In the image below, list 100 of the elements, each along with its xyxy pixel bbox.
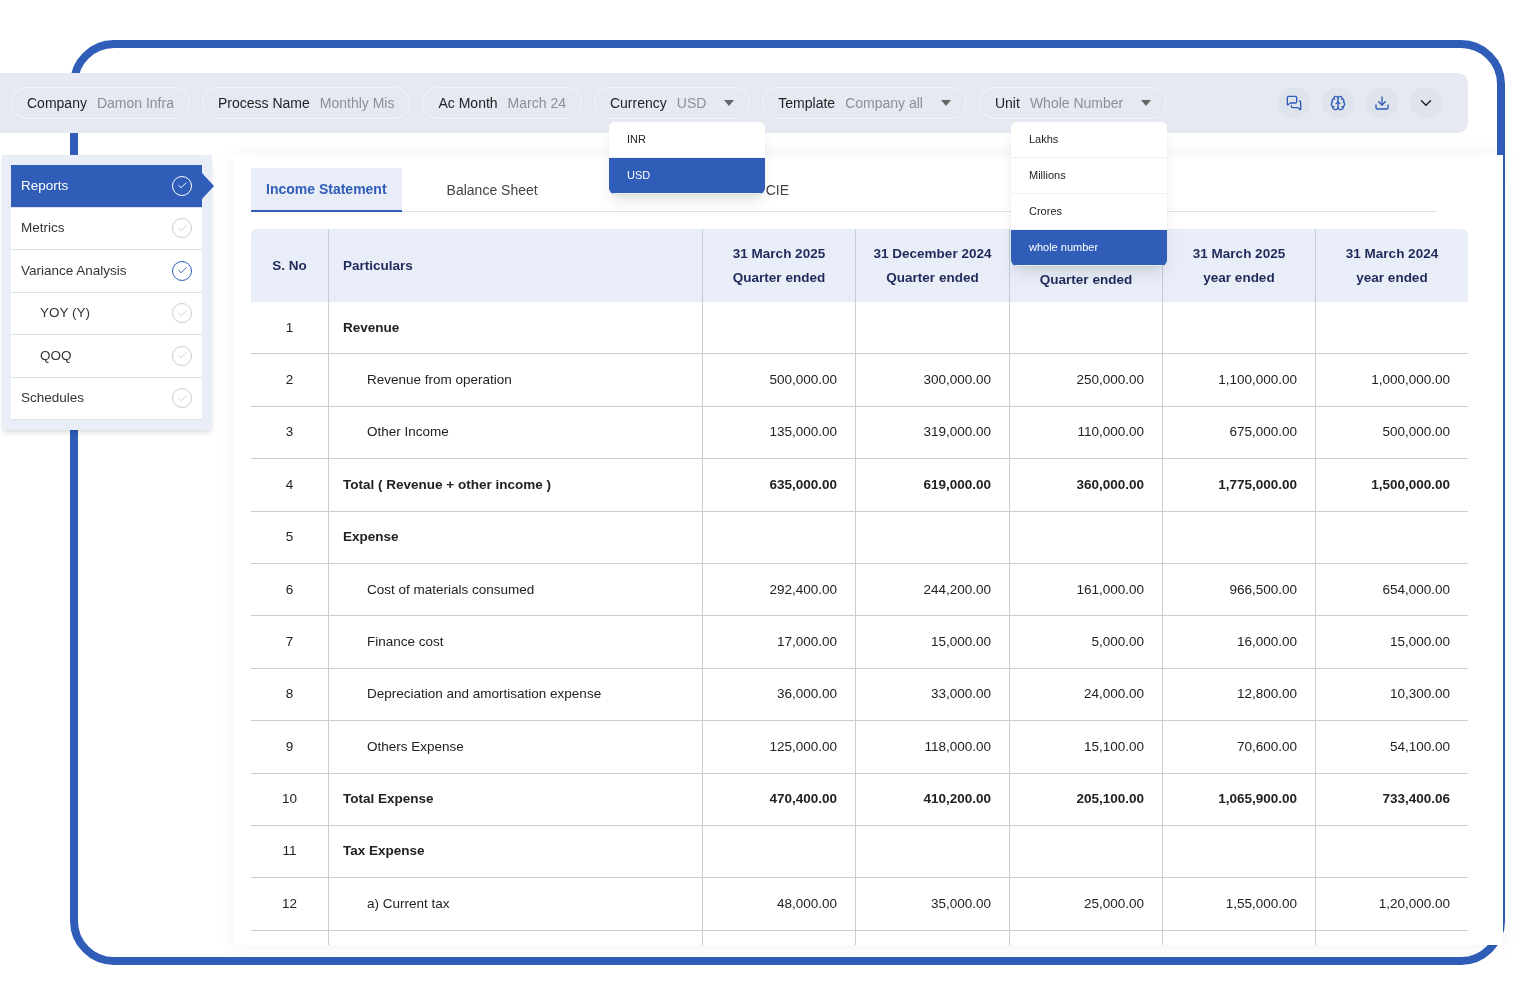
table-cell-text: 5 bbox=[285, 528, 294, 547]
table-cell-text: Expense bbox=[343, 528, 399, 547]
tab[interactable]: Income Statement bbox=[251, 168, 402, 212]
table-cell-text: Total Expense bbox=[343, 790, 434, 809]
table-cell-text: 1,20,000.00 bbox=[1378, 894, 1450, 913]
dropdown-option[interactable]: Lakhs bbox=[1011, 122, 1167, 158]
download-button[interactable] bbox=[1366, 87, 1398, 119]
filter-value: Company all bbox=[845, 93, 923, 113]
filter-value: USD bbox=[676, 93, 707, 113]
table-cell-text: 7 bbox=[285, 632, 294, 651]
table-cell-text: 675,000.00 bbox=[1229, 423, 1297, 442]
column-header: 31 March 2024 year ended bbox=[1345, 244, 1439, 287]
table-cell-text: 35,000.00 bbox=[930, 894, 991, 913]
table-cell-text: 2 bbox=[285, 370, 294, 389]
table-cell-text: 15,100.00 bbox=[1083, 737, 1144, 756]
table-cell-text: 5,000.00 bbox=[1091, 632, 1144, 651]
filter-value: March 24 bbox=[507, 93, 566, 113]
table-cell-text: 161,000.00 bbox=[1076, 580, 1144, 599]
dropdown-option[interactable]: Millions bbox=[1011, 158, 1167, 194]
table-cell-text: 733,400.06 bbox=[1382, 790, 1450, 809]
table-cell-text: 10 bbox=[282, 790, 297, 809]
table-cell-text: 1,000,000.00 bbox=[1371, 370, 1450, 389]
table-cell-text: 10,300.00 bbox=[1389, 685, 1450, 704]
table-cell-text: 1 bbox=[285, 318, 294, 337]
table-cell-text: 110,000.00 bbox=[1077, 423, 1144, 442]
table-cell-text: 54,100.00 bbox=[1389, 737, 1450, 756]
column-header: 31 March 2025 year ended bbox=[1192, 244, 1286, 287]
table-cell-text: 500,000.00 bbox=[1382, 423, 1450, 442]
table-cell-text: 8 bbox=[285, 685, 294, 704]
table-cell-text: 15,000.00 bbox=[930, 632, 991, 651]
filter-label: Unit bbox=[994, 93, 1020, 113]
table-cell-text: 250,000.00 bbox=[1076, 370, 1144, 389]
dropdown-option[interactable]: Crores bbox=[1011, 194, 1167, 230]
table-cell-text: 410,200.00 bbox=[923, 790, 991, 809]
table-cell-text: 1,100,000.00 bbox=[1218, 370, 1297, 389]
table-cell-text: 4 bbox=[285, 475, 294, 494]
table-cell-text: 244,200.00 bbox=[923, 580, 991, 599]
table-cell-text: Tax Expense bbox=[343, 842, 425, 861]
table-cell-text: 3 bbox=[285, 423, 294, 442]
table-cell-text: 360,000.00 bbox=[1076, 475, 1144, 494]
table-cell-text: 17,000.00 bbox=[776, 632, 837, 651]
chat-icon bbox=[1286, 95, 1302, 111]
table-cell-text: 12,800.00 bbox=[1236, 685, 1297, 704]
table-cell-text: 33,000.00 bbox=[930, 685, 991, 704]
download-icon bbox=[1374, 95, 1390, 111]
table-cell-text: 300,000.00 bbox=[923, 370, 991, 389]
filter-value: Damon Infra bbox=[96, 93, 174, 113]
filter-label: Ac Month bbox=[438, 93, 498, 113]
table-cell-text: Cost of materials consumed bbox=[367, 580, 535, 599]
table-cell-text: 1,775,000.00 bbox=[1218, 475, 1297, 494]
table-cell-text: Revenue bbox=[343, 318, 400, 337]
table-cell-text: 24,000.00 bbox=[1083, 685, 1144, 704]
tab[interactable]: Balance Sheet bbox=[431, 168, 553, 212]
table-cell-text: Total ( Revenue + other income ) bbox=[343, 475, 551, 494]
table-cell-text: 48,000.00 bbox=[776, 894, 837, 913]
table-cell-text: 205,100.00 bbox=[1076, 790, 1144, 809]
table-cell-text: 1,065,900.00 bbox=[1218, 790, 1297, 809]
brain-button[interactable] bbox=[1322, 87, 1354, 119]
filter-label: Process Name bbox=[217, 93, 310, 113]
table-cell-text: Other Income bbox=[367, 423, 449, 442]
column-header: 31 March 2025 Quarter ended bbox=[732, 244, 826, 287]
filter-label: Template bbox=[778, 93, 836, 113]
filter-label: Currency bbox=[609, 93, 667, 113]
table-cell-text: 619,000.00 bbox=[923, 475, 991, 494]
chat-button[interactable] bbox=[1278, 87, 1310, 119]
table-cell-text: 15,000.00 bbox=[1389, 632, 1450, 651]
table-cell-text: 125,000.00 bbox=[769, 737, 837, 756]
filter-value: Monthly Mis bbox=[319, 93, 395, 113]
table-cell-text: 70,600.00 bbox=[1236, 737, 1297, 756]
table-cell-text: 16,000.00 bbox=[1236, 632, 1297, 651]
dropdown-option[interactable]: whole number bbox=[1011, 230, 1167, 266]
table-cell-text: 292,400.00 bbox=[769, 580, 837, 599]
table-cell-text: 25,000.00 bbox=[1083, 894, 1144, 913]
table-cell-text: 6 bbox=[285, 580, 294, 599]
table-cell-text: 12 bbox=[282, 894, 297, 913]
table-cell-text: Revenue from operation bbox=[367, 370, 512, 389]
table-cell-text: 1,55,000.00 bbox=[1225, 894, 1297, 913]
table-cell-text: 36,000.00 bbox=[776, 685, 837, 704]
table-cell-text: 319,000.00 bbox=[923, 423, 991, 442]
table-cell-text: a) Current tax bbox=[367, 894, 450, 913]
brain-icon bbox=[1330, 95, 1346, 111]
table-cell-text: 654,000.00 bbox=[1382, 580, 1450, 599]
column-header: S. No bbox=[272, 256, 307, 275]
table-cell-text: 135,000.00 bbox=[769, 423, 837, 442]
table-cell-text: 1,500,000.00 bbox=[1371, 475, 1450, 494]
column-header: Quarter ended bbox=[1039, 270, 1133, 289]
table-cell-text: Others Expense bbox=[367, 737, 464, 756]
table-cell-text: 11 bbox=[282, 842, 297, 861]
table-cell-text: 9 bbox=[285, 737, 294, 756]
filter-label: Company bbox=[27, 93, 87, 113]
filter-value: Whole Number bbox=[1029, 93, 1124, 113]
table-cell-text: 966,500.00 bbox=[1229, 580, 1297, 599]
table-cell-text: 500,000.00 bbox=[769, 370, 837, 389]
dropdown-option[interactable]: USD bbox=[609, 158, 765, 194]
dropdown-option[interactable]: INR bbox=[609, 122, 765, 158]
table-cell-text: 470,400.00 bbox=[769, 790, 837, 809]
table-cell-text: 118,000.00 bbox=[924, 737, 991, 756]
column-header: Particulars bbox=[343, 256, 413, 275]
table-cell-text: Depreciation and amortisation expense bbox=[367, 685, 602, 704]
table-cell-text: 635,000.00 bbox=[769, 475, 837, 494]
